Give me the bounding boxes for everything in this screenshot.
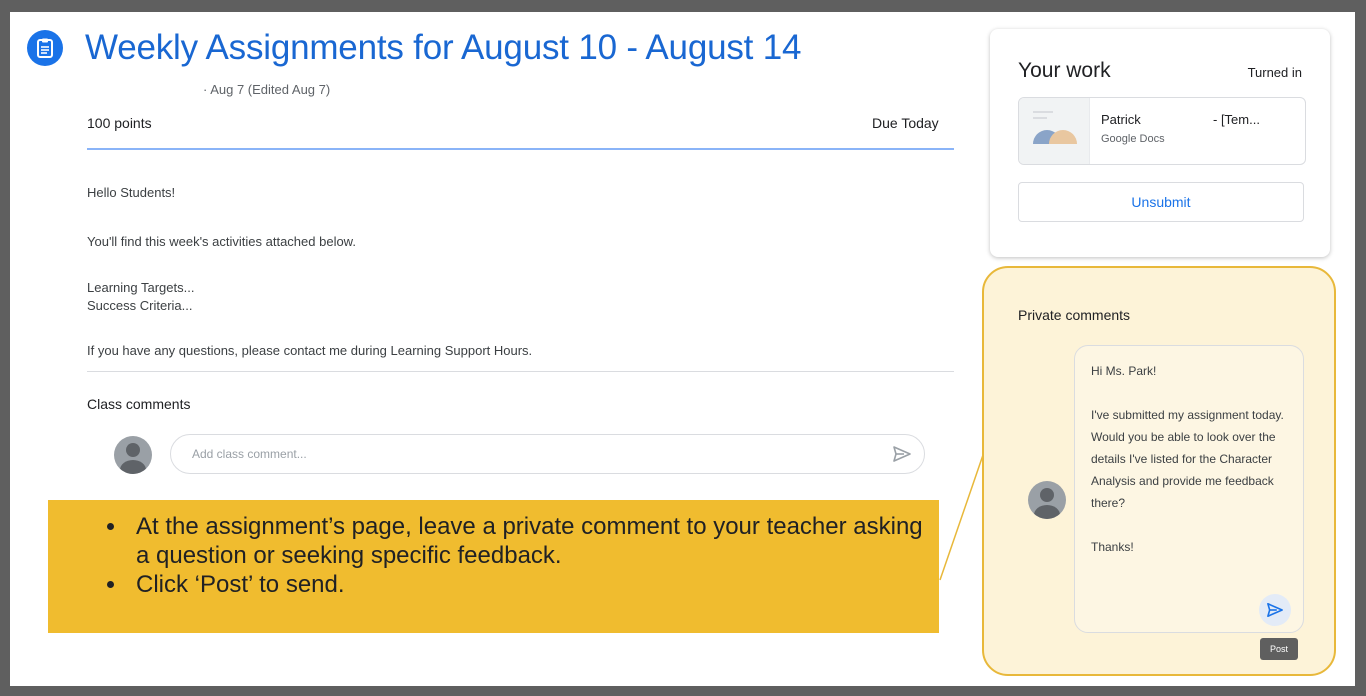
unsubmit-button[interactable]: Unsubmit	[1018, 182, 1304, 222]
instructions-greeting: Hello Students!	[87, 185, 176, 200]
file-type: Google Docs	[1101, 133, 1165, 145]
callout-bullet: Click ‘Post’ to send.	[128, 570, 939, 599]
private-comments-heading: Private comments	[1018, 307, 1131, 323]
body-divider	[87, 371, 954, 372]
points-label: 100 points	[87, 115, 152, 131]
header-divider	[87, 148, 954, 150]
private-comment-input[interactable]: Hi Ms. Park! I've submitted my assignmen…	[1074, 345, 1304, 633]
callout-bullet: At the assignment’s page, leave a privat…	[128, 512, 939, 570]
private-comment-text: Hi Ms. Park! I've submitted my assignmen…	[1091, 364, 1284, 554]
instructions-criteria: Success Criteria...	[87, 298, 193, 313]
page-title: Weekly Assignments for August 10 - Augus…	[85, 28, 802, 67]
post-button[interactable]	[1259, 594, 1291, 626]
send-icon	[1267, 602, 1283, 618]
post-date: · Aug 7 (Edited Aug 7)	[203, 82, 331, 97]
instructions-targets: Learning Targets...	[87, 280, 195, 295]
attached-file[interactable]: Patrick - [Tem... Google Docs	[1018, 97, 1306, 165]
send-icon[interactable]	[892, 445, 912, 468]
your-work-title: Your work	[1018, 59, 1111, 82]
class-comments-heading: Class comments	[87, 396, 191, 412]
file-name: Patrick	[1101, 112, 1141, 127]
instruction-callout: At the assignment’s page, leave a privat…	[48, 500, 939, 633]
class-comment-placeholder: Add class comment...	[192, 447, 307, 461]
due-label: Due Today	[872, 115, 939, 131]
post-tooltip: Post	[1260, 638, 1298, 660]
avatar-icon	[114, 436, 152, 474]
assignment-icon	[27, 30, 63, 66]
status-badge: Turned in	[1247, 65, 1302, 80]
your-work-card: Your work Turned in Patrick - [Tem... Go…	[990, 29, 1330, 257]
instructions-intro: You'll find this week's activities attac…	[87, 234, 356, 249]
class-comment-input[interactable]: Add class comment...	[170, 434, 925, 474]
doc-thumbnail-icon	[1019, 98, 1090, 164]
file-name-suffix: - [Tem...	[1213, 112, 1260, 127]
avatar-icon	[1028, 481, 1066, 519]
instructions-questions: If you have any questions, please contac…	[87, 343, 533, 358]
